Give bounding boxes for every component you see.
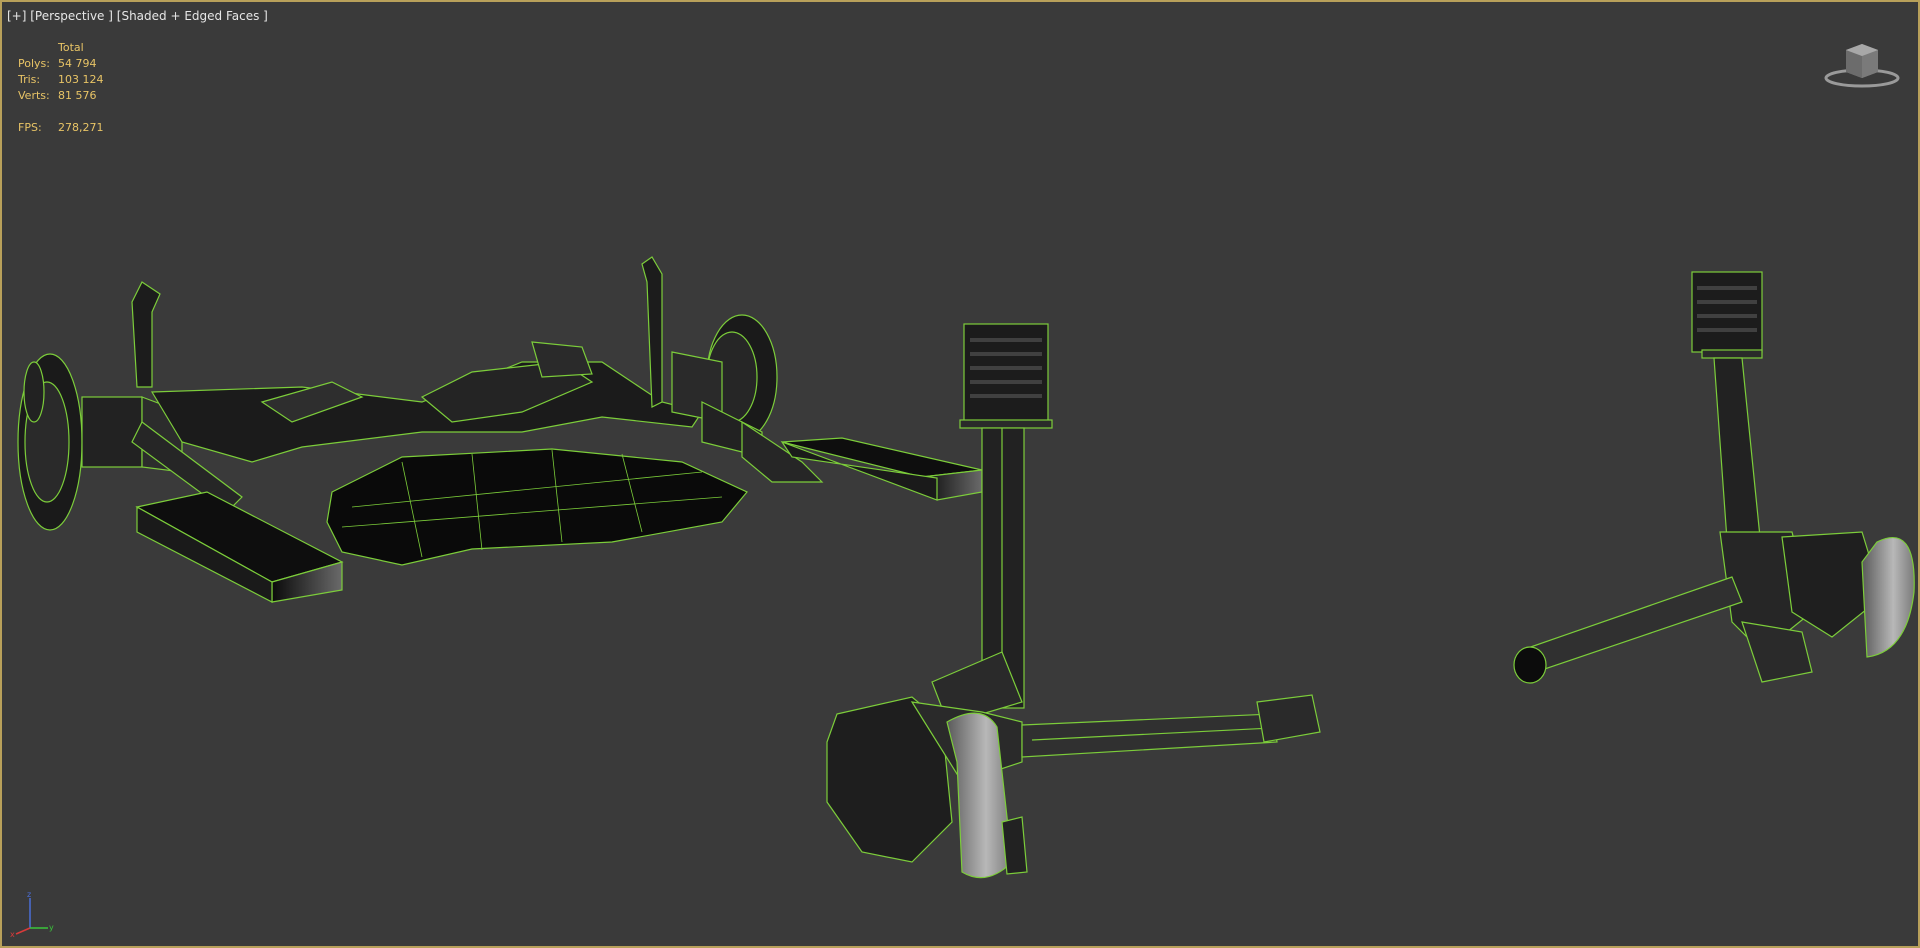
verts-label: Verts: (18, 89, 50, 102)
axis-tripod-icon: z y x (10, 890, 54, 939)
left-axle-assembly[interactable] (17, 256, 983, 603)
axis-x-label: x (10, 930, 15, 939)
fps-value: 278,271 (58, 121, 104, 134)
perspective-viewport[interactable]: [+] [Perspective ] [Shaded + Edged Faces… (0, 0, 1920, 948)
viewport-view-menu[interactable]: [Perspective ] (30, 9, 113, 23)
tris-value: 103 124 (58, 73, 104, 86)
axis-z-label: z (27, 890, 31, 899)
polys-value: 54 794 (58, 57, 97, 70)
stats-header: Total (58, 41, 84, 54)
middle-strut-assembly[interactable] (826, 323, 1321, 879)
viewport-shading-menu[interactable]: [Shaded + Edged Faces ] (117, 9, 268, 23)
verts-value: 81 576 (58, 89, 97, 102)
fps-label: FPS: (18, 121, 42, 134)
right-strut-assembly[interactable] (1513, 271, 1915, 684)
scene-canvas[interactable] (2, 2, 1918, 946)
viewcube-icon[interactable] (1824, 38, 1900, 90)
axis-y-label: y (49, 923, 54, 932)
scene-statistics: Total Polys: 54 794 Tris: 103 124 Verts:… (18, 40, 104, 136)
viewport-label[interactable]: [+] [Perspective ] [Shaded + Edged Faces… (7, 9, 268, 23)
floor-plate[interactable] (326, 448, 748, 566)
tris-label: Tris: (18, 73, 41, 86)
viewport-menu-plus[interactable]: [+] (7, 9, 26, 23)
polys-label: Polys: (18, 57, 50, 70)
